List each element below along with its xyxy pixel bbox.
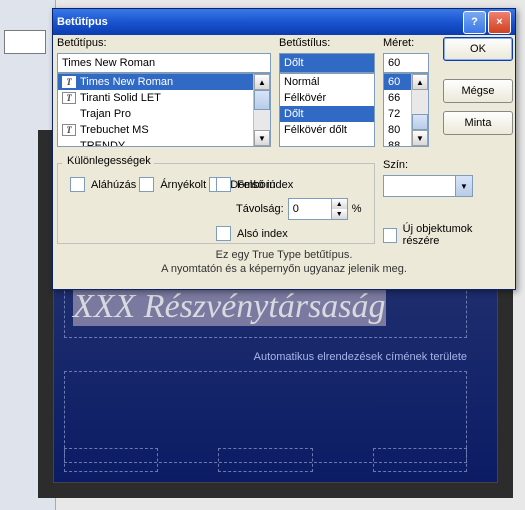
effects-label: Különlegességek [64,155,154,167]
list-item: Trajan Pro [58,106,270,122]
preview-button[interactable]: Minta [443,111,513,135]
scroll-down-icon[interactable]: ▼ [412,130,428,146]
slide-title-text[interactable]: XXX Részvénytársaság [73,288,386,326]
scroll-thumb[interactable] [412,114,428,130]
help-button[interactable]: ? [463,11,486,34]
list-item: TTimes New Roman [58,74,270,90]
color-combo[interactable]: ▼ [383,175,473,197]
style-input[interactable] [279,53,375,73]
list-item[interactable]: Normál [280,74,374,90]
font-hint-2: A nyomtatón és a képernyőn ugyanaz jelen… [53,263,515,275]
list-item: TTiranti Solid LET [58,90,270,106]
ok-button[interactable]: OK [443,37,513,61]
size-input[interactable] [383,53,429,73]
style-listbox[interactable]: Normál Félkövér Dőlt Félkövér dőlt [279,73,375,147]
size-listbox[interactable]: 60 66 72 80 88 ▲ ▼ [383,73,429,147]
close-button[interactable]: × [488,11,511,34]
list-item: TRENDY [58,138,270,147]
font-hint-1: Ez egy True Type betűtípus. [53,249,515,261]
list-item[interactable]: Félkövér dőlt [280,122,374,138]
font-dialog: Betűtípus ? × Betűtípus: TTimes New Roma… [52,8,516,290]
truetype-icon: T [62,76,76,88]
list-item[interactable]: Félkövér [280,90,374,106]
scroll-up-icon[interactable]: ▲ [412,74,428,90]
subscript-checkbox[interactable]: Alsó index [216,226,288,241]
slide-thumb-placeholder[interactable] [64,448,158,472]
slide-subtitle-hint: Automatikus elrendezések címének terület… [64,351,467,367]
offset-spinner[interactable]: ▲▼ [288,198,348,220]
color-label: Szín: [383,159,501,171]
slide-thumb-placeholder[interactable] [218,448,312,472]
truetype-icon: T [62,124,76,136]
superscript-checkbox[interactable]: Felső index [216,177,293,192]
scrollbar[interactable]: ▲ ▼ [411,74,428,146]
offset-label: Távolság: [236,203,284,215]
shadow-checkbox[interactable]: Árnyékolt [139,177,206,192]
chevron-down-icon[interactable]: ▼ [455,176,472,196]
font-listbox[interactable]: TTimes New Roman TTiranti Solid LET Traj… [57,73,271,147]
spinner-down-icon[interactable]: ▼ [331,209,347,219]
underline-checkbox[interactable]: Aláhúzás [70,177,136,192]
font-label: Betűtípus: [57,37,271,49]
scroll-up-icon[interactable]: ▲ [254,74,270,90]
dialog-title: Betűtípus [57,16,108,28]
font-input[interactable] [57,53,271,73]
toolbar-dropdown[interactable] [4,30,46,54]
truetype-icon: T [62,92,76,104]
scrollbar[interactable]: ▲ ▼ [253,74,270,146]
style-label: Betűstílus: [279,37,375,49]
size-label: Méret: [383,37,429,49]
spinner-up-icon[interactable]: ▲ [331,199,347,209]
default-new-checkbox[interactable]: Új objektumok részére [383,223,501,247]
list-item[interactable]: Dőlt [280,106,374,122]
list-item: TTrebuchet MS [58,122,270,138]
scroll-down-icon[interactable]: ▼ [254,130,270,146]
cancel-button[interactable]: Mégse [443,79,513,103]
slide-thumb-placeholder[interactable] [373,448,467,472]
dialog-titlebar[interactable]: Betűtípus ? × [53,9,515,35]
scroll-thumb[interactable] [254,90,270,110]
